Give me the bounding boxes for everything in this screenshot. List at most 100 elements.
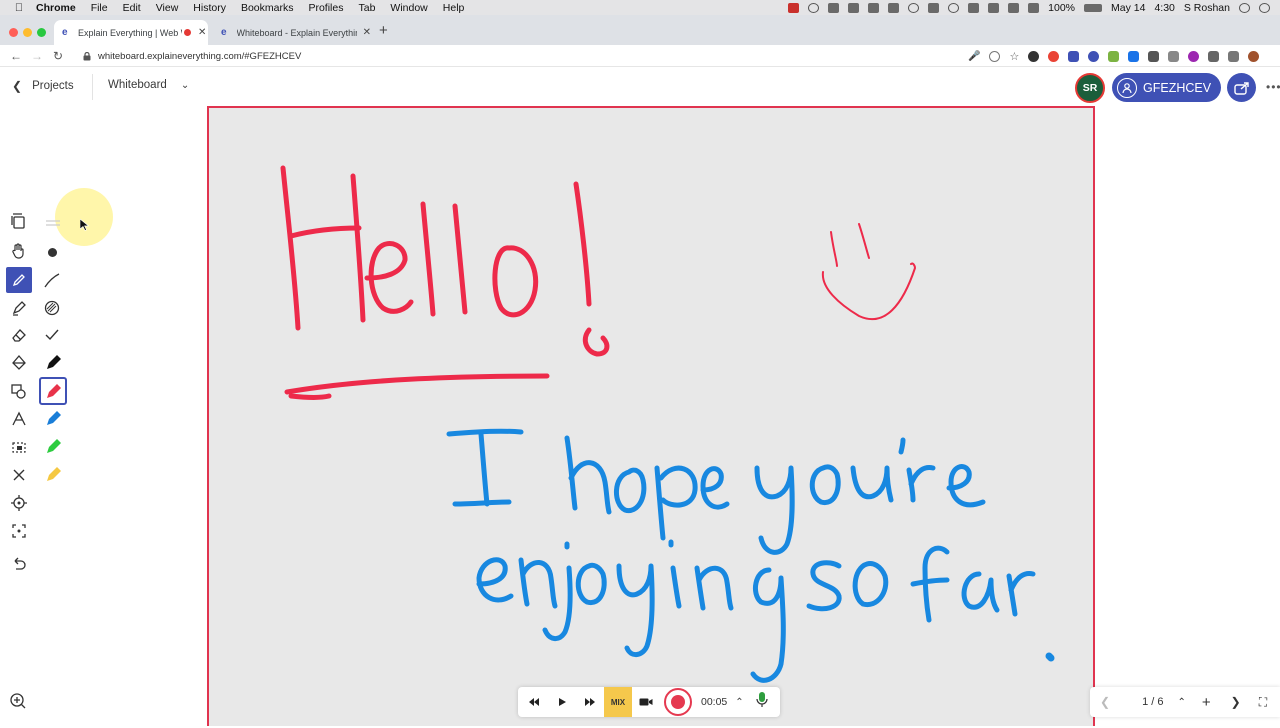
- color-swatch-black[interactable]: [39, 348, 67, 376]
- airplay-icon[interactable]: [1028, 2, 1040, 13]
- menu-history[interactable]: History: [193, 2, 226, 14]
- status-icon[interactable]: [928, 2, 940, 13]
- status-icon[interactable]: [888, 2, 900, 13]
- smooth-stroke-button[interactable]: [40, 268, 64, 292]
- menu-window[interactable]: Window: [390, 2, 427, 14]
- address-bar[interactable]: whiteboard.explaineverything.com/#GFEZHC…: [73, 47, 1033, 65]
- crop-tool-button[interactable]: [7, 519, 31, 543]
- status-icon[interactable]: [868, 2, 880, 13]
- microphone-button[interactable]: [756, 691, 768, 714]
- menu-view[interactable]: View: [156, 2, 179, 14]
- previous-page-icon[interactable]: ❮: [1100, 695, 1110, 709]
- status-icon[interactable]: [948, 2, 960, 13]
- profile-avatar-icon[interactable]: [1248, 51, 1260, 62]
- hand-tool-button[interactable]: [7, 239, 31, 263]
- fill-tool-button[interactable]: [7, 351, 31, 375]
- extension-icon[interactable]: [1088, 51, 1100, 62]
- extension-icon[interactable]: [1068, 51, 1080, 62]
- fast-forward-button[interactable]: [576, 687, 604, 717]
- rewind-button[interactable]: [520, 687, 548, 717]
- new-tab-icon[interactable]: +: [379, 22, 388, 39]
- mix-button[interactable]: MIX: [604, 687, 632, 717]
- extension-icon[interactable]: [1108, 51, 1120, 62]
- bookmark-star-icon[interactable]: ☆: [1009, 50, 1019, 63]
- camera-button[interactable]: [632, 687, 660, 717]
- session-code-button[interactable]: GFEZHCEV: [1112, 73, 1221, 102]
- status-icon[interactable]: [908, 2, 920, 13]
- back-to-projects-button[interactable]: ❮ Projects: [12, 79, 74, 93]
- forward-arrow-icon[interactable]: →: [31, 49, 43, 63]
- page-indicator[interactable]: 1 / 6: [1142, 696, 1163, 708]
- puzzle-icon[interactable]: [1208, 51, 1220, 62]
- menu-tab[interactable]: Tab: [358, 2, 375, 14]
- close-tool-button[interactable]: [7, 463, 31, 487]
- browser-tab-active[interactable]: e Explain Everything | Web W ✕: [54, 20, 208, 45]
- play-button[interactable]: [548, 687, 576, 717]
- status-icon[interactable]: [828, 2, 840, 13]
- color-swatch-yellow[interactable]: [39, 460, 67, 488]
- user-avatar[interactable]: SR: [1075, 73, 1105, 103]
- menu-edit[interactable]: Edit: [123, 2, 141, 14]
- wifi-icon[interactable]: [968, 2, 980, 13]
- extension-icon[interactable]: [1188, 51, 1200, 62]
- menu-bookmarks[interactable]: Bookmarks: [241, 2, 294, 14]
- tab-close-icon[interactable]: ✕: [363, 27, 371, 38]
- stroke-size-button[interactable]: [40, 240, 64, 264]
- chevron-up-icon[interactable]: ⌃: [1177, 697, 1185, 708]
- status-icon[interactable]: [848, 2, 860, 13]
- menubar-time[interactable]: 4:30: [1154, 2, 1174, 14]
- more-options-icon[interactable]: •••: [1266, 80, 1280, 94]
- window-close-button[interactable]: [9, 28, 18, 37]
- menu-app-name[interactable]: Chrome: [36, 2, 76, 14]
- undo-button[interactable]: [7, 552, 31, 576]
- texture-button[interactable]: [40, 296, 64, 320]
- zoom-icon[interactable]: [9, 692, 27, 710]
- pen-tool-button[interactable]: [6, 267, 32, 293]
- menu-help[interactable]: Help: [443, 2, 465, 14]
- add-page-icon[interactable]: +: [1202, 694, 1211, 711]
- eraser-tool-button[interactable]: [7, 323, 31, 347]
- chevron-up-icon[interactable]: ⌃: [735, 697, 743, 708]
- install-icon[interactable]: [989, 51, 1001, 62]
- color-swatch-blue[interactable]: [39, 404, 67, 432]
- microphone-icon[interactable]: 🎤: [968, 51, 980, 62]
- menu-file[interactable]: File: [91, 2, 108, 14]
- whiteboard-canvas[interactable]: [207, 106, 1095, 726]
- window-minimize-button[interactable]: [23, 28, 32, 37]
- status-icon[interactable]: [808, 2, 820, 13]
- tab-close-icon[interactable]: ✕: [198, 27, 206, 38]
- select-tool-button[interactable]: [7, 210, 31, 234]
- spotlight-icon[interactable]: [1239, 2, 1250, 13]
- reload-icon[interactable]: ↻: [53, 49, 63, 63]
- next-page-icon[interactable]: ❯: [1231, 695, 1241, 709]
- extension-icon[interactable]: [1048, 51, 1060, 62]
- window-zoom-button[interactable]: [37, 28, 46, 37]
- record-button[interactable]: [664, 688, 692, 716]
- menubar-user[interactable]: S Roshan: [1184, 2, 1230, 14]
- browser-tab[interactable]: e Whiteboard - Explain Everythin ✕: [213, 20, 371, 45]
- color-swatch-red[interactable]: [39, 377, 67, 405]
- confirm-button[interactable]: [40, 323, 64, 347]
- record-status-icon[interactable]: [788, 2, 800, 13]
- options-handle-icon[interactable]: [41, 211, 65, 235]
- bluetooth-icon[interactable]: [988, 2, 1000, 13]
- apple-icon[interactable]: : [12, 2, 26, 14]
- extension-icon[interactable]: [1168, 51, 1180, 62]
- menu-profiles[interactable]: Profiles: [308, 2, 343, 14]
- shapes-tool-button[interactable]: [7, 379, 31, 403]
- reading-list-icon[interactable]: [1228, 51, 1240, 62]
- board-title-dropdown[interactable]: Whiteboard ⌄: [108, 79, 189, 91]
- share-button[interactable]: [1227, 73, 1256, 102]
- extension-icon[interactable]: [1148, 51, 1160, 62]
- volume-icon[interactable]: [1008, 2, 1020, 13]
- fullscreen-icon[interactable]: ⛶: [1259, 695, 1267, 710]
- extension-icon[interactable]: [1028, 51, 1040, 62]
- siri-icon[interactable]: [1259, 2, 1270, 13]
- color-swatch-green[interactable]: [39, 432, 67, 460]
- menubar-date[interactable]: May 14: [1111, 2, 1145, 14]
- laser-pointer-button[interactable]: [7, 491, 31, 515]
- lasso-tool-button[interactable]: [7, 435, 31, 459]
- extension-icon[interactable]: [1128, 51, 1140, 62]
- highlighter-tool-button[interactable]: [7, 296, 31, 320]
- back-arrow-icon[interactable]: ←: [10, 49, 22, 63]
